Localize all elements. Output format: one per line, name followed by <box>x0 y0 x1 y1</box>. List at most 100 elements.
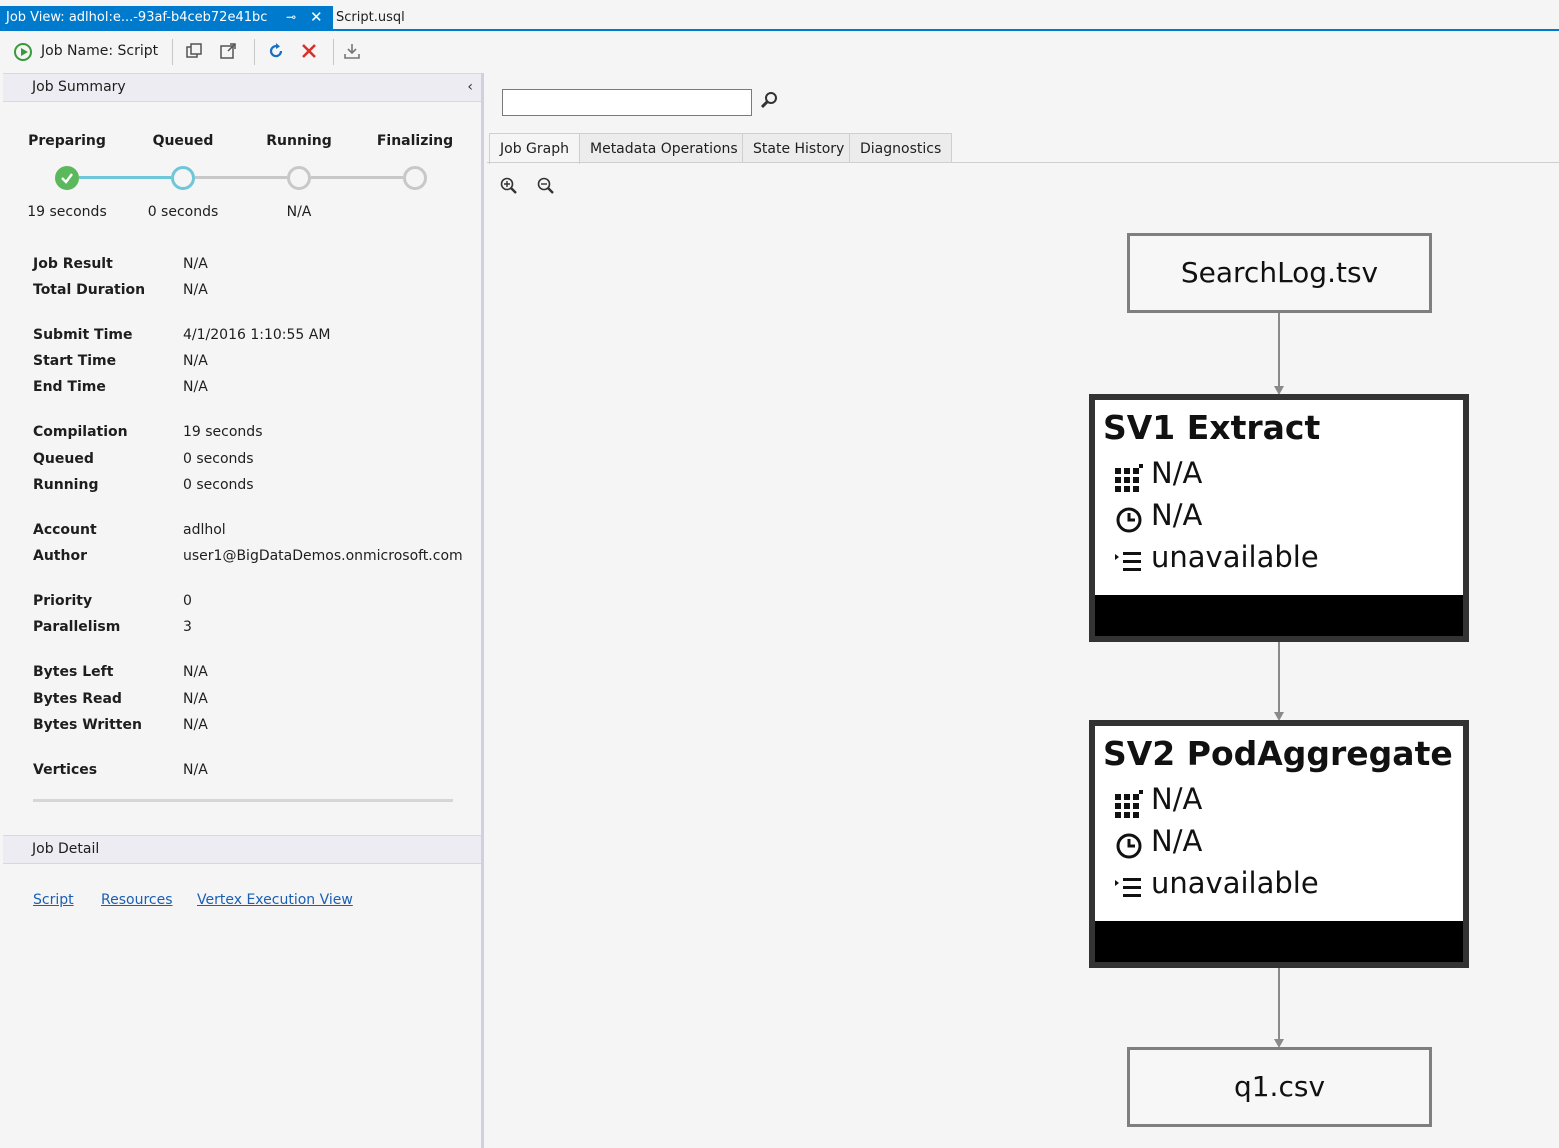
tab-job-view[interactable]: Job View: adlhol:e...-93af-b4ceb72e41bc … <box>0 6 333 29</box>
vertex-progress-bar <box>1095 921 1463 962</box>
tab-divider <box>487 162 1559 163</box>
summary-divider <box>33 799 453 802</box>
vertex-execution-view-link[interactable]: Vertex Execution View <box>197 892 353 908</box>
field-value: N/A <box>183 664 208 680</box>
script-link[interactable]: Script <box>33 892 74 908</box>
vertex-time: N/A <box>1151 824 1203 858</box>
field-label: Author <box>33 548 87 564</box>
stage-connector <box>195 176 287 179</box>
rows-list-icon <box>1115 874 1143 902</box>
vertex-node-sv2[interactable]: SV2 PodAggregate N/A N/A unavailable <box>1089 720 1469 968</box>
field-label: Priority <box>33 593 93 609</box>
field-label: Running <box>33 477 99 493</box>
tab-diagnostics[interactable]: Diagnostics <box>849 133 953 163</box>
field-value: 0 seconds <box>183 477 254 493</box>
field-value: 3 <box>183 619 192 635</box>
collapse-icon[interactable]: ‹ <box>467 74 473 101</box>
field-value: user1@BigDataDemos.onmicrosoft.com <box>183 548 463 564</box>
vertex-node-sv1[interactable]: SV1 Extract N/A N/A unavailable <box>1089 394 1469 642</box>
vertex-count: N/A <box>1151 456 1203 490</box>
cancel-job-icon[interactable] <box>299 42 319 62</box>
field-label: Total Duration <box>33 282 146 298</box>
field-label: Start Time <box>33 353 117 369</box>
vertex-progress-bar <box>1095 595 1463 636</box>
job-name-label: Job Name: Script <box>41 43 159 59</box>
vertices-grid-icon <box>1115 464 1143 492</box>
job-summary-panel: Job Summary ‹ Preparing Queued Running F… <box>3 73 484 1148</box>
search-icon[interactable] <box>759 91 779 111</box>
search-input[interactable] <box>502 89 752 116</box>
rows-list-icon <box>1115 548 1143 576</box>
stage-time: 0 seconds <box>147 204 219 220</box>
field-value: N/A <box>183 353 208 369</box>
copy-icon[interactable] <box>184 42 204 62</box>
stage-label: Running <box>266 133 332 149</box>
stage-time: 19 seconds <box>27 204 107 220</box>
vertex-time: N/A <box>1151 498 1203 532</box>
field-value: N/A <box>183 256 208 272</box>
vertex-title: SV2 PodAggregate <box>1103 734 1453 773</box>
field-label: End Time <box>33 379 106 395</box>
input-node-label: SearchLog.tsv <box>1180 256 1379 289</box>
output-node-label: q1.csv <box>1233 1070 1326 1103</box>
stage-time: N/A <box>286 204 312 220</box>
vertices-grid-icon <box>1115 790 1143 818</box>
field-value: N/A <box>183 717 208 733</box>
clock-icon <box>1115 832 1143 860</box>
tab-job-view-label: Job View: adlhol:e...-93af-b4ceb72e41bc <box>6 10 268 25</box>
stage-connector <box>79 176 171 179</box>
open-external-icon[interactable] <box>218 42 238 62</box>
toolbar-separator <box>254 39 255 65</box>
vertex-rows: unavailable <box>1151 540 1319 574</box>
graph-edge <box>1278 642 1280 719</box>
field-label: Bytes Read <box>33 691 122 707</box>
tab-script-usql[interactable]: Script.usql <box>336 6 405 29</box>
graph-edge <box>1278 968 1280 1046</box>
stage-pending-node <box>403 166 427 190</box>
resources-link[interactable]: Resources <box>101 892 173 908</box>
job-detail-header[interactable]: Job Detail <box>3 835 481 864</box>
refresh-icon[interactable] <box>266 42 286 62</box>
tab-metadata-operations[interactable]: Metadata Operations <box>579 133 749 163</box>
vertex-rows: unavailable <box>1151 866 1319 900</box>
field-label: Parallelism <box>33 619 121 635</box>
stage-current-node <box>171 166 195 190</box>
play-icon[interactable] <box>14 43 32 61</box>
job-graph-panel: Job Graph Metadata Operations State Hist… <box>487 73 1559 1148</box>
stage-label: Finalizing <box>376 133 454 149</box>
output-node[interactable]: q1.csv <box>1127 1047 1432 1127</box>
stage-label: Preparing <box>28 133 106 149</box>
tab-state-history[interactable]: State History <box>742 133 856 163</box>
graph-edge <box>1278 313 1280 393</box>
zoom-out-icon[interactable] <box>536 176 556 196</box>
field-value: 0 seconds <box>183 451 254 467</box>
toolbar-separator <box>172 39 173 65</box>
field-label: Queued <box>33 451 94 467</box>
job-detail-title: Job Detail <box>32 841 100 857</box>
job-summary-header[interactable]: Job Summary ‹ <box>3 73 481 102</box>
field-value: 19 seconds <box>183 424 263 440</box>
pin-icon[interactable]: ⊸ <box>286 6 296 29</box>
field-value: adlhol <box>183 522 226 538</box>
zoom-in-icon[interactable] <box>499 176 519 196</box>
field-label: Job Result <box>33 256 113 272</box>
clock-icon <box>1115 506 1143 534</box>
download-icon[interactable] <box>342 42 362 62</box>
vertex-count: N/A <box>1151 782 1203 816</box>
field-label: Bytes Written <box>33 717 142 733</box>
field-value: N/A <box>183 691 208 707</box>
close-icon[interactable]: ✕ <box>310 6 323 29</box>
input-node[interactable]: SearchLog.tsv <box>1127 233 1432 313</box>
field-value: N/A <box>183 762 208 778</box>
stage-pending-node <box>287 166 311 190</box>
field-label: Account <box>33 522 97 538</box>
field-value: 0 <box>183 593 192 609</box>
toolbar-separator <box>333 39 334 65</box>
job-summary-title: Job Summary <box>32 79 126 95</box>
field-value: 4/1/2016 1:10:55 AM <box>183 327 331 343</box>
stage-connector <box>311 176 403 179</box>
stage-label: Queued <box>152 133 214 149</box>
vertex-title: SV1 Extract <box>1103 408 1321 447</box>
tab-job-graph[interactable]: Job Graph <box>489 133 580 164</box>
job-toolbar: Job Name: Script <box>0 33 1559 73</box>
